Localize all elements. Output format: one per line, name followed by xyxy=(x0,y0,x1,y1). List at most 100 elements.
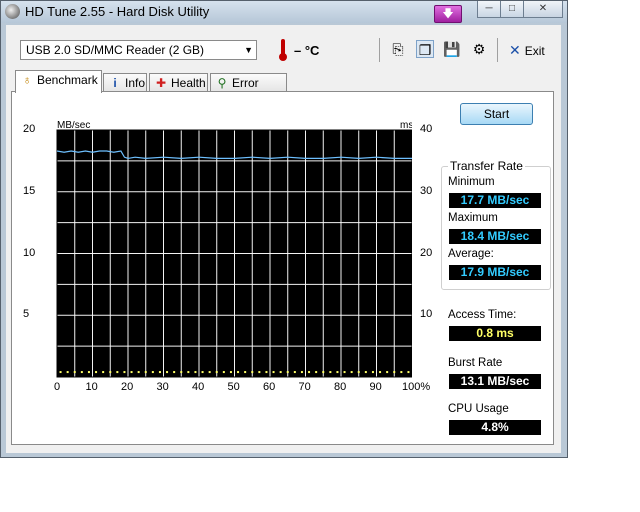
x-tick-label: 30 xyxy=(156,381,169,393)
access-time-point xyxy=(386,371,389,374)
benchmark-panel: Start MB/sec ms 5 10 15 20 10 20 30 40 0 10 20 30 40 5… xyxy=(11,91,554,445)
y-tick-label: 5 xyxy=(23,308,30,321)
access-time-point xyxy=(237,371,240,374)
access-time-point xyxy=(265,371,268,374)
access-time-point xyxy=(144,371,147,374)
access-time-label: Access Time: xyxy=(448,309,517,321)
title-bar[interactable]: HD Tune 2.55 - Hard Disk Utility 🡇 ─ □ ✕ xyxy=(1,1,567,23)
access-time-point xyxy=(95,371,98,374)
access-time-point xyxy=(158,371,161,374)
maximum-label: Maximum xyxy=(448,212,498,224)
access-time-point xyxy=(194,371,197,374)
y2-tick-label: 20 xyxy=(420,246,433,259)
minimum-label: Minimum xyxy=(448,176,495,188)
benchmark-chart-svg: MB/sec ms xyxy=(56,120,413,378)
access-time-point xyxy=(137,371,140,374)
access-time-point xyxy=(258,371,261,374)
y-axis-label: MB/sec xyxy=(57,121,90,131)
chevron-down-icon[interactable]: ▼ xyxy=(244,41,253,59)
exit-button[interactable]: ✕ Exit xyxy=(509,42,545,59)
copy-all-icon[interactable]: ❐ xyxy=(416,40,434,58)
burst-rate-value: 13.1 MB/sec xyxy=(449,374,541,389)
y2-tick-label: 10 xyxy=(420,308,433,321)
x-tick-label: 90 xyxy=(369,381,382,393)
access-time-point xyxy=(215,371,218,374)
access-time-point xyxy=(116,371,119,374)
access-time-point xyxy=(201,371,204,374)
average-label: Average: xyxy=(448,248,494,260)
access-time-point xyxy=(322,371,325,374)
minimize-button[interactable]: ─ xyxy=(477,1,501,18)
x-tick-label: 70 xyxy=(298,381,311,393)
maximum-value: 18.4 MB/sec xyxy=(449,229,541,244)
tab-health[interactable]: ✚ Health xyxy=(149,73,208,92)
toolbar-divider xyxy=(379,38,380,62)
access-time-point xyxy=(102,371,105,374)
access-time-point xyxy=(272,371,275,374)
exit-icon: ✕ xyxy=(509,42,521,58)
access-time-point xyxy=(393,371,396,374)
window-title: HD Tune 2.55 - Hard Disk Utility xyxy=(25,4,210,19)
y2-axis-label: ms xyxy=(400,121,412,131)
hdtune-app-icon[interactable] xyxy=(5,4,20,19)
y2-tick-label: 40 xyxy=(420,123,433,135)
access-time-point xyxy=(187,371,190,374)
x-tick-label: 20 xyxy=(121,381,134,393)
tab-label: Benchmark xyxy=(37,73,98,87)
info-icon: i xyxy=(113,76,117,90)
access-time-point xyxy=(329,371,332,374)
access-time-point xyxy=(371,371,374,374)
options-icon[interactable]: ⚙ xyxy=(470,40,488,58)
access-time-point xyxy=(350,371,353,374)
access-time-point xyxy=(315,371,318,374)
copy-icon[interactable]: ⎘ xyxy=(389,40,407,58)
access-time-point xyxy=(123,371,126,374)
y-tick-label: 10 xyxy=(23,246,36,259)
access-time-point xyxy=(308,371,311,374)
access-time-point xyxy=(251,371,254,374)
y2-tick-label: 30 xyxy=(420,184,433,197)
cpu-usage-value: 4.8% xyxy=(449,420,541,435)
x-tick-label: 100% xyxy=(402,381,431,393)
close-button[interactable]: ✕ xyxy=(523,1,563,18)
access-time-point xyxy=(400,371,403,374)
temperature-readout: – °C xyxy=(294,43,320,58)
access-time-point xyxy=(229,371,232,374)
access-time-point xyxy=(364,371,367,374)
transfer-rate-group: Transfer Rate Minimum 17.7 MB/sec Maximu… xyxy=(441,159,551,290)
transfer-rate-title: Transfer Rate xyxy=(448,159,525,173)
access-time-point xyxy=(130,371,133,374)
x-tick-label: 80 xyxy=(334,381,347,393)
access-time-point xyxy=(208,371,211,374)
access-time-point xyxy=(222,371,225,374)
access-time-point xyxy=(59,371,62,374)
access-time-point xyxy=(80,371,83,374)
down-arrow-icon[interactable]: 🡇 xyxy=(434,5,462,23)
tab-benchmark[interactable]: ♁ Benchmark xyxy=(15,70,102,93)
x-tick-label: 50 xyxy=(227,381,240,393)
x-tick-label: 60 xyxy=(263,381,276,393)
access-time-point xyxy=(300,371,303,374)
access-time-point xyxy=(87,371,90,374)
start-button[interactable]: Start xyxy=(460,103,533,125)
average-value: 17.9 MB/sec xyxy=(449,265,541,280)
access-time-point xyxy=(279,371,282,374)
save-icon[interactable]: 💾 xyxy=(443,40,461,58)
access-time-point xyxy=(166,371,169,374)
y-tick-label: 20 xyxy=(23,123,36,135)
access-time-point xyxy=(286,371,289,374)
tab-error-scan[interactable]: ⚲Error Scan xyxy=(210,73,287,108)
access-time-point xyxy=(244,371,247,374)
minimum-value: 17.7 MB/sec xyxy=(449,193,541,208)
exit-label: Exit xyxy=(524,44,545,58)
access-time-value: 0.8 ms xyxy=(449,326,541,341)
toolbar-divider xyxy=(497,38,498,62)
tab-info[interactable]: i Info xyxy=(103,73,147,92)
health-cross-icon: ✚ xyxy=(155,76,167,90)
access-time-point xyxy=(357,371,360,374)
maximize-button[interactable]: □ xyxy=(500,1,524,18)
y-tick-label: 15 xyxy=(23,184,36,197)
drive-select[interactable]: USB 2.0 SD/MMC Reader (2 GB) ▼ xyxy=(20,40,257,60)
access-time-point xyxy=(73,371,76,374)
benchmark-icon: ♁ xyxy=(22,73,32,87)
